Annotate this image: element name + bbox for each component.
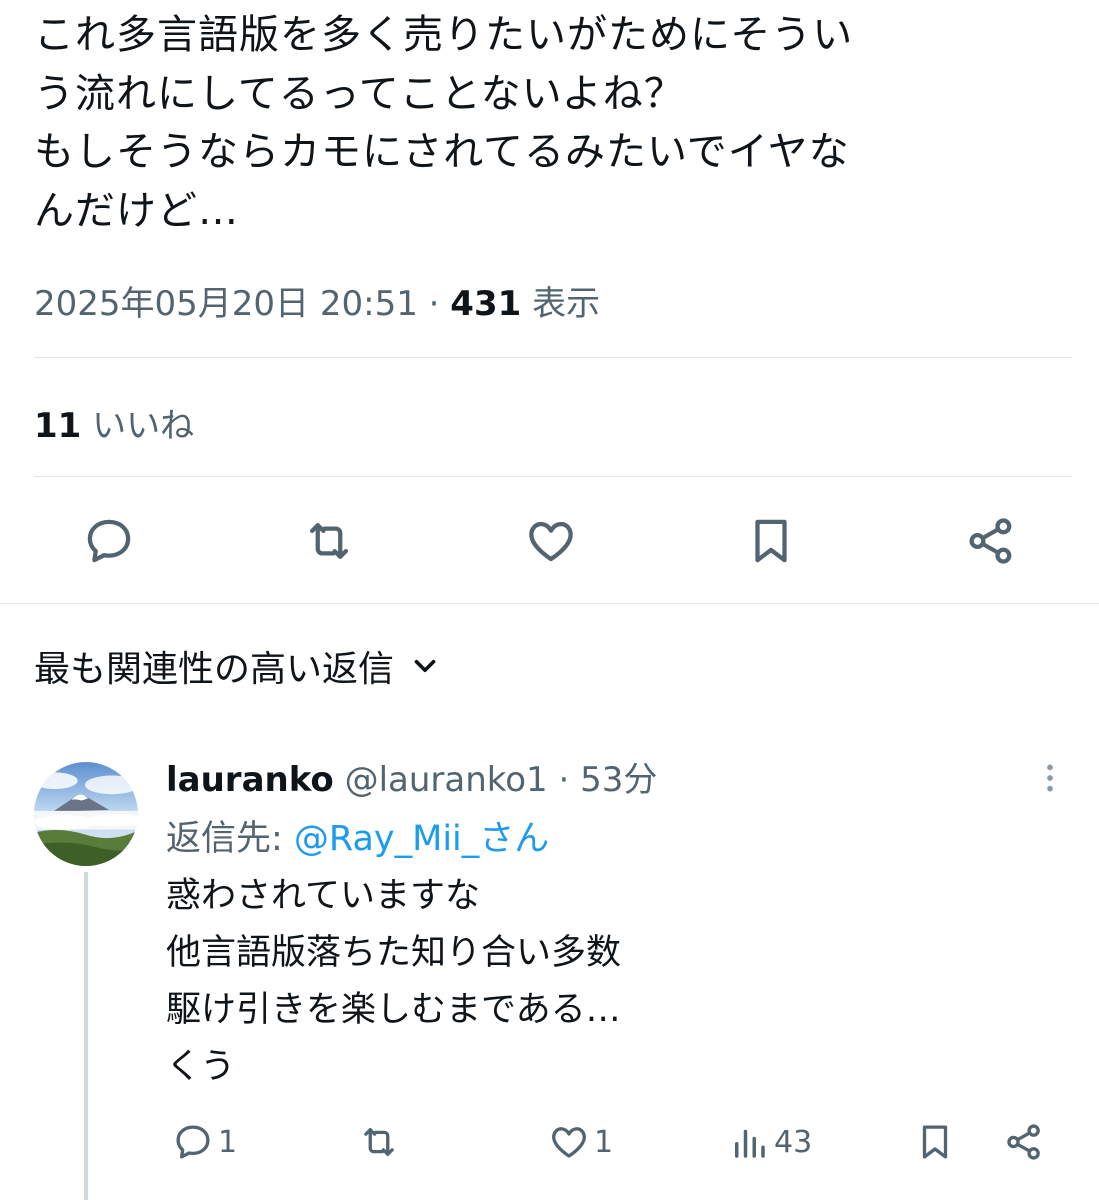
reply-handle[interactable]: @lauranko1 xyxy=(334,760,548,800)
bookmark-icon xyxy=(755,519,787,563)
meta-separator: · xyxy=(417,284,451,324)
reply-to-label: 返信先: xyxy=(166,819,294,859)
reply-to-line: 返信先: @Ray_Mii_さん xyxy=(166,810,549,861)
share-button[interactable] xyxy=(961,511,1021,571)
tweet-meta: 2025年05月20日 20:51 · 431 表示 xyxy=(34,276,600,325)
more-options-button[interactable] xyxy=(1028,756,1072,800)
reply-text: 惑わされていますな 他言語版落ちた知り合い多数 駆け引きを楽しむまである… くう xyxy=(166,876,622,1087)
like-button[interactable] xyxy=(521,511,581,571)
divider xyxy=(34,357,1072,358)
likes-label: いいね xyxy=(81,406,195,446)
reply-share-button[interactable] xyxy=(1003,1116,1045,1168)
reply-views-button[interactable]: 43 xyxy=(728,1116,812,1168)
reply-like-button[interactable]: 1 xyxy=(548,1116,613,1168)
tweet-timestamp[interactable]: 2025年05月20日 20:51 xyxy=(34,284,418,324)
likes-count: 11 xyxy=(34,406,82,446)
reply-header: lauranko @lauranko1 · 53分 xyxy=(166,752,657,801)
retweet-icon xyxy=(364,1128,394,1156)
reply-view-count: 43 xyxy=(774,1124,813,1160)
reply-display-name[interactable]: lauranko xyxy=(166,760,334,800)
avatar[interactable] xyxy=(34,762,138,866)
bookmark-icon xyxy=(922,1125,948,1159)
chevron-down-icon xyxy=(414,659,436,673)
reply-bookmark-button[interactable] xyxy=(914,1116,956,1168)
analytics-icon xyxy=(735,1129,765,1158)
views-label: 表示 xyxy=(521,284,601,324)
reply-button[interactable] xyxy=(79,511,139,571)
reply-reply-button[interactable]: 1 xyxy=(172,1116,237,1168)
divider xyxy=(34,476,1072,477)
thread-line xyxy=(84,872,88,1200)
divider xyxy=(0,603,1099,604)
replies-sort-label: 最も関連性の高い返信 xyxy=(34,649,395,690)
reply-to-handle-link[interactable]: @Ray_Mii_さん xyxy=(294,819,549,859)
reply-time[interactable]: · 53分 xyxy=(548,760,658,800)
more-vertical-icon xyxy=(1047,764,1053,792)
reply-reply-count: 1 xyxy=(218,1124,238,1160)
tweet-text: これ多言語版を多く売りたいがためにそうい う流れにしてるってことないよね？ もし… xyxy=(34,12,854,234)
likes-summary[interactable]: 11 いいね xyxy=(34,398,194,447)
bookmark-button[interactable] xyxy=(741,511,801,571)
views-count: 431 xyxy=(450,284,522,324)
reply-like-count: 1 xyxy=(594,1124,614,1160)
retweet-icon xyxy=(309,523,349,559)
reply-icon xyxy=(176,1125,210,1159)
heart-icon xyxy=(529,521,573,562)
reply-icon xyxy=(87,519,131,563)
heart-icon xyxy=(552,1127,586,1158)
replies-sort-dropdown[interactable]: 最も関連性の高い返信 xyxy=(34,640,442,692)
share-icon xyxy=(1007,1124,1040,1160)
share-icon xyxy=(969,518,1012,564)
retweet-button[interactable] xyxy=(299,511,359,571)
reply-retweet-button[interactable] xyxy=(358,1116,400,1168)
